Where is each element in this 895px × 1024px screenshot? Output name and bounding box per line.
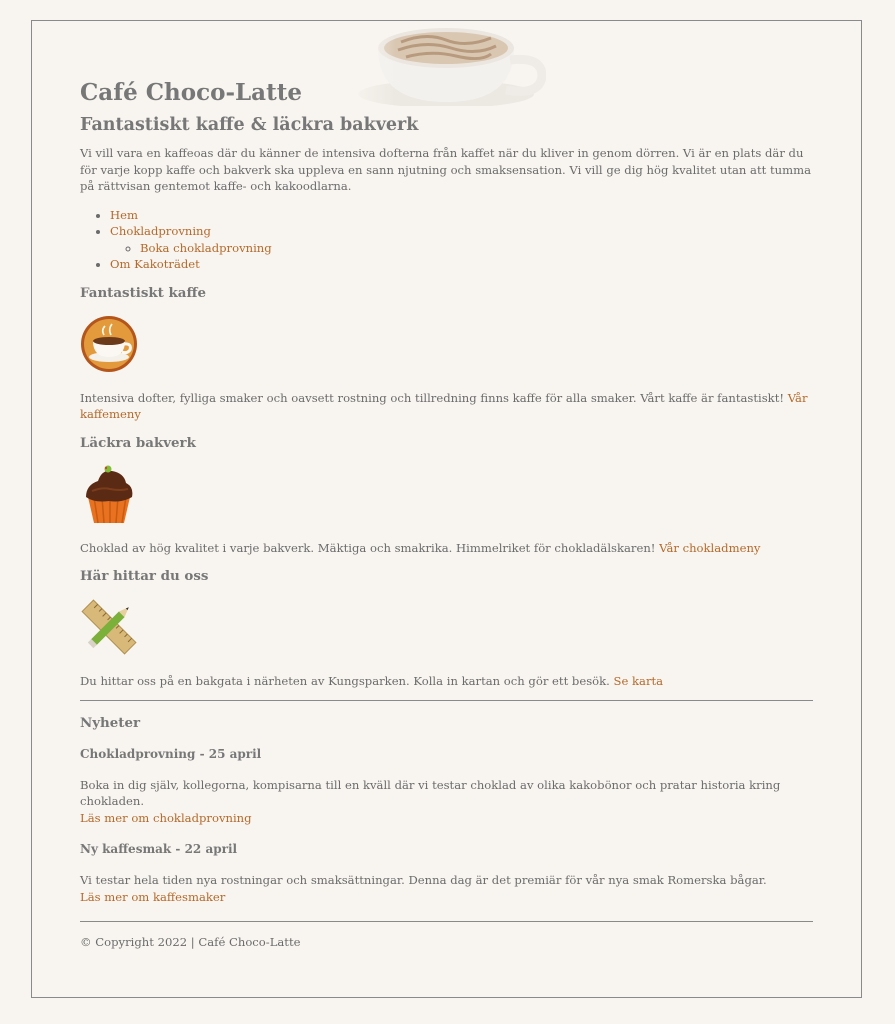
coffee-cup-icon (80, 313, 138, 375)
site-title[interactable]: Café Choco-Latte (80, 79, 302, 106)
cupcake-icon (80, 463, 138, 525)
section-heading-kaffe: Fantastiskt kaffe (80, 284, 206, 301)
section-text-kaffe: Intensiva dofter, fylliga smaker och oav… (80, 390, 808, 422)
section-heading-bakverk: Läckra bakverk (80, 434, 196, 451)
nav-item-chokladprovning: Chokladprovning Boka chokladprovning (110, 223, 813, 256)
news-item-body: Boka in dig själv, kollegorna, kompisarn… (80, 777, 781, 825)
news-item-title: Chokladprovning - 25 april (80, 746, 262, 761)
news-item: Chokladprovning - 25 april Boka in dig s… (80, 747, 813, 827)
intro-text: Vi vill vara en kaffeoas där du känner d… (80, 146, 811, 193)
read-more-kaffesmaker-link[interactable]: Läs mer om kaffesmaker (80, 890, 225, 904)
page-subtitle: Fantastiskt kaffe & läckra bakverk (80, 115, 419, 135)
news-heading: Nyheter (80, 714, 141, 731)
section-text-bakverk: Choklad av hög kvalitet i varje bakverk.… (80, 540, 761, 555)
nav-link-om-kakotradet[interactable]: Om Kakoträdet (110, 257, 200, 271)
site-header: Café Choco-Latte (32, 21, 861, 107)
divider (80, 921, 813, 922)
news-item: Ny kaffesmak - 22 april Vi testar hela t… (80, 842, 813, 905)
divider (80, 699, 813, 701)
nav-link-boka-chokladprovning[interactable]: Boka chokladprovning (140, 241, 272, 255)
section-text-hitta: Du hittar oss på en bakgata i närheten a… (80, 674, 664, 688)
news-item-title: Ny kaffesmak - 22 april (80, 842, 238, 856)
news-item-body: Vi testar hela tiden nya rostningar och … (80, 873, 767, 904)
chokladmeny-link[interactable]: Vår chokladmeny (659, 541, 760, 555)
nav-link-chokladprovning[interactable]: Chokladprovning (110, 224, 211, 238)
read-more-chokladprovning-link[interactable]: Läs mer om chokladprovning (80, 811, 252, 825)
footer-copyright: © Copyright 2022 | Café Choco-Latte (80, 935, 301, 949)
nav-submenu: Boka chokladprovning (110, 240, 813, 257)
nav-item-hem: Hem (110, 207, 813, 224)
section-heading-hitta: Här hittar du oss (80, 568, 209, 584)
page-container: Café Choco-Latte Fantastiskt kaffe & läc… (31, 20, 862, 998)
nav-item-om-kakotradet: Om Kakoträdet (110, 256, 813, 273)
latte-cup-header-image (346, 24, 546, 106)
main-content: Fantastiskt kaffe & läckra bakverk Vi vi… (32, 115, 861, 951)
ruler-pencil-icon (80, 596, 138, 658)
main-navigation: Hem Chokladprovning Boka chokladprovning… (80, 207, 813, 273)
se-karta-link[interactable]: Se karta (614, 674, 664, 688)
nav-link-hem[interactable]: Hem (110, 208, 138, 222)
nav-item-boka-chokladprovning: Boka chokladprovning (140, 240, 813, 257)
